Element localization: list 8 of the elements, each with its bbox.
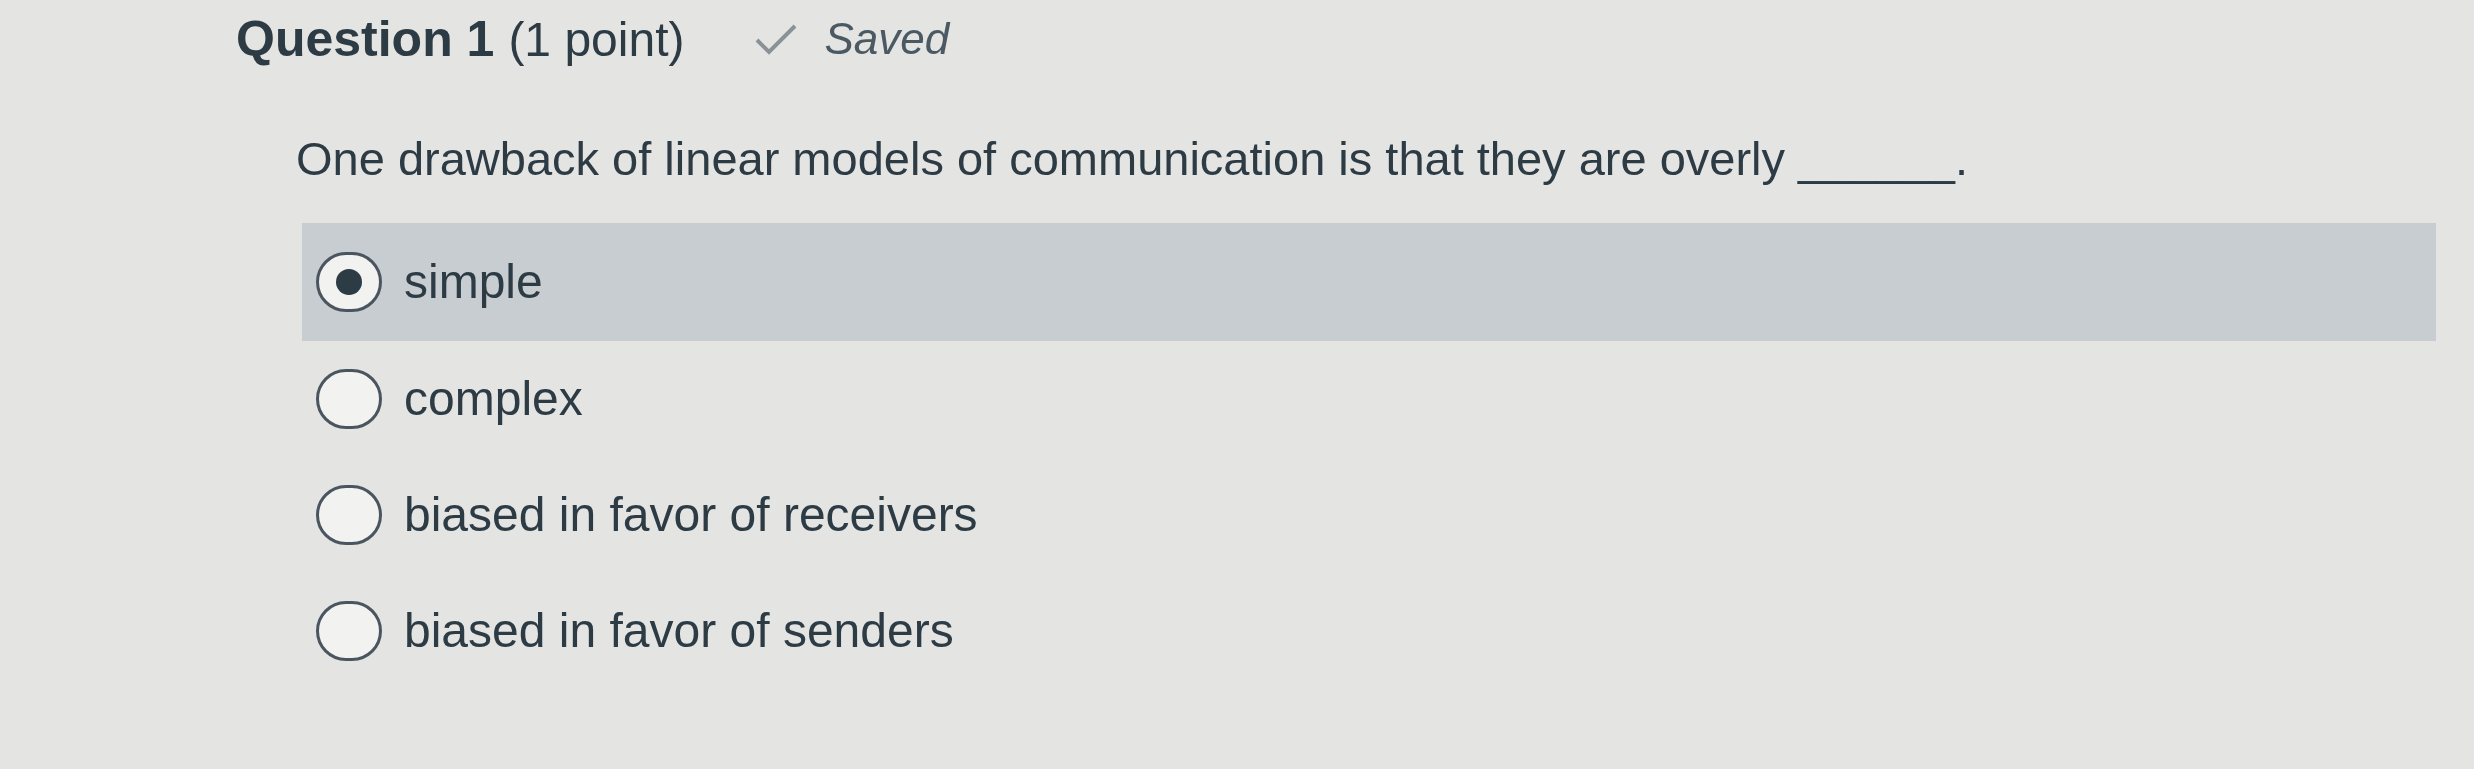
- question-points: (1 point): [508, 11, 685, 68]
- option-label[interactable]: biased in favor of receivers: [404, 478, 978, 551]
- option-label[interactable]: simple: [404, 245, 543, 318]
- saved-status: Saved: [824, 13, 950, 65]
- option-label[interactable]: complex: [404, 362, 583, 435]
- option-label[interactable]: biased in favor of senders: [404, 594, 954, 667]
- question-text: One drawback of linear models of communication is that they are overly ______.: [296, 131, 1969, 187]
- question-title: Question 1: [236, 9, 495, 69]
